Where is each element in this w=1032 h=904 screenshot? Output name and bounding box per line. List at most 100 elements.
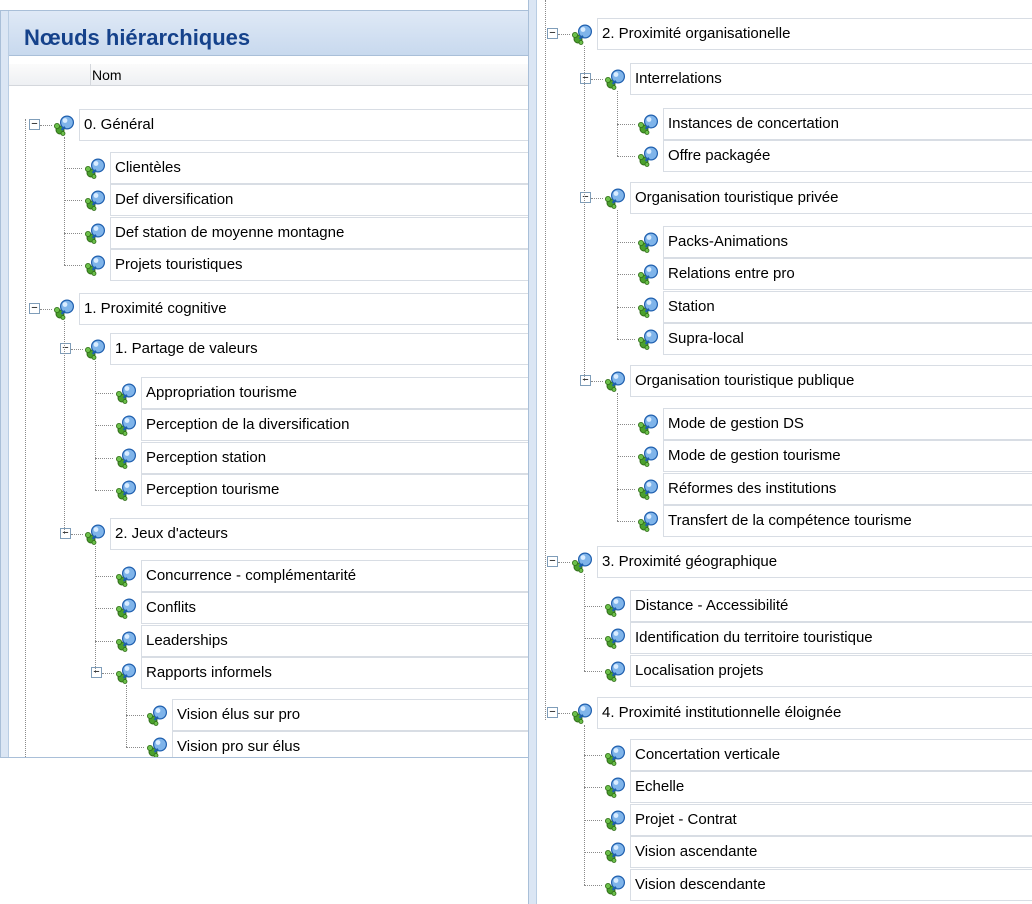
tree-node-row[interactable]: Clientèles — [82, 152, 528, 184]
tree-connector — [617, 424, 635, 425]
tree-root-guide — [545, 0, 546, 720]
tree-node-row[interactable]: Organisation touristique privée — [602, 182, 1032, 214]
minus-box-icon[interactable]: − — [91, 667, 102, 678]
tree-node-row[interactable]: Interrelations — [602, 63, 1032, 95]
tree-node-row[interactable]: Def station de moyenne montagne — [82, 217, 528, 249]
tree-node-label: Concertation verticale — [635, 746, 781, 763]
minus-box-icon[interactable]: − — [580, 192, 591, 203]
tree-node-row[interactable]: Vision descendante — [602, 869, 1032, 901]
tree-node-row[interactable]: Supra-local — [635, 323, 1032, 355]
tree-node-row[interactable]: Concurrence - complémentarité — [113, 560, 528, 592]
hierarchical-nodes-panel-continued: 2. Proximité organisationelle − Interrelat… — [528, 0, 1032, 904]
tree-node-row[interactable]: Transfert de la compétence tourisme — [635, 505, 1032, 537]
tree-node-label: Conflits — [146, 599, 197, 616]
tree-node-cell — [630, 771, 1032, 803]
tree-node-label: Interrelations — [635, 70, 722, 87]
tree-guide-line — [126, 685, 127, 747]
tree-node-row[interactable]: Distance - Accessibilité — [602, 590, 1032, 622]
tree-guide-line — [584, 725, 585, 885]
tree-guide-line — [617, 393, 618, 521]
tree-node-row[interactable]: 4. Proximité institutionnelle éloignée — [569, 697, 1032, 729]
node-network-icon — [115, 382, 137, 404]
tree-node-label: Projets touristiques — [115, 256, 243, 273]
tree-node-label: 2. Jeux d'acteurs — [115, 525, 228, 542]
tree-node-row[interactable]: Identification du territoire touristique — [602, 622, 1032, 654]
node-network-icon — [115, 597, 137, 619]
minus-box-icon[interactable]: − — [29, 119, 40, 130]
tree-node-label: Rapports informels — [146, 664, 272, 681]
minus-box-icon[interactable]: − — [60, 528, 71, 539]
tree-node-row[interactable]: Mode de gestion DS — [635, 408, 1032, 440]
minus-box-icon[interactable]: − — [547, 707, 558, 718]
minus-box-icon[interactable]: − — [580, 375, 591, 386]
tree-node-row[interactable]: Echelle — [602, 771, 1032, 803]
tree-connector — [584, 787, 602, 788]
tree-node-label: Concurrence - complémentarité — [146, 567, 357, 584]
tree-connector — [40, 309, 52, 310]
node-network-icon — [84, 157, 106, 179]
tree-node-row[interactable]: 2. Proximité organisationelle — [569, 18, 1032, 50]
tree-node-row[interactable]: 1. Partage de valeurs — [82, 333, 528, 365]
node-network-icon — [637, 510, 659, 532]
tree-node-label: Relations entre pro — [668, 265, 795, 282]
node-network-icon — [637, 145, 659, 167]
tree-connector — [102, 673, 114, 674]
tree-node-row[interactable]: Def diversification — [82, 184, 528, 216]
tree-connector — [617, 156, 635, 157]
node-network-icon — [571, 702, 593, 724]
tree-node-row[interactable]: Rapports informels — [113, 657, 528, 689]
tree-node-row[interactable]: Instances de concertation — [635, 108, 1032, 140]
node-network-icon — [84, 254, 106, 276]
tree-connector — [64, 168, 82, 169]
tree-node-row[interactable]: Packs-Animations — [635, 226, 1032, 258]
tree-node-row[interactable]: Réformes des institutions — [635, 473, 1032, 505]
tree-node-row[interactable]: Projet - Contrat — [602, 804, 1032, 836]
tree-node-label: Leaderships — [146, 632, 228, 649]
tree-connector — [558, 713, 570, 714]
tree-connector — [591, 79, 603, 80]
tree-node-label: Distance - Accessibilité — [635, 597, 789, 614]
node-network-icon — [604, 809, 626, 831]
tree-node-row[interactable]: 1. Proximité cognitive — [51, 293, 528, 325]
tree-node-row[interactable]: Perception station — [113, 442, 528, 474]
tree-node-label: Appropriation tourisme — [146, 384, 297, 401]
node-network-icon — [604, 187, 626, 209]
tree-node-row[interactable]: Perception tourisme — [113, 474, 528, 506]
minus-box-icon[interactable]: − — [547, 556, 558, 567]
tree-node-row[interactable]: 2. Jeux d'acteurs — [82, 518, 528, 550]
tree-node-row[interactable]: 0. Général — [51, 109, 528, 141]
tree-node-row[interactable]: Projets touristiques — [82, 249, 528, 281]
tree-node-row[interactable]: Appropriation tourisme — [113, 377, 528, 409]
tree-node-row[interactable]: Leaderships — [113, 625, 528, 657]
node-network-icon — [637, 478, 659, 500]
node-network-icon — [637, 296, 659, 318]
hierarchical-nodes-panel: Nœuds hiérarchiques Nom 0. Général − Clien… — [0, 10, 529, 758]
tree-node-row[interactable]: Perception de la diversification — [113, 409, 528, 441]
tree-node-label: Localisation projets — [635, 662, 764, 679]
tree-node-row[interactable]: Organisation touristique publique — [602, 365, 1032, 397]
tree-node-row[interactable]: 3. Proximité géographique — [569, 546, 1032, 578]
tree-node-row[interactable]: Offre packagée — [635, 140, 1032, 172]
tree-connector — [95, 641, 113, 642]
tree-node-row[interactable]: Vision ascendante — [602, 836, 1032, 868]
node-network-icon — [637, 113, 659, 135]
tree-node-row[interactable]: Vision pro sur élus — [144, 731, 528, 757]
tree-node-row[interactable]: Localisation projets — [602, 655, 1032, 687]
tree-node-label: Offre packagée — [668, 147, 771, 164]
node-network-icon — [115, 565, 137, 587]
node-network-icon — [604, 370, 626, 392]
tree-guide-line — [617, 91, 618, 156]
tree-connector — [40, 125, 52, 126]
tree-node-row[interactable]: Relations entre pro — [635, 258, 1032, 290]
tree-node-row[interactable]: Concertation verticale — [602, 739, 1032, 771]
tree-node-label: Station — [668, 298, 715, 315]
minus-box-icon[interactable]: − — [580, 73, 591, 84]
tree-node-row[interactable]: Station — [635, 291, 1032, 323]
tree-node-label: Echelle — [635, 778, 685, 795]
tree-node-row[interactable]: Conflits — [113, 592, 528, 624]
tree-node-row[interactable]: Mode de gestion tourisme — [635, 440, 1032, 472]
minus-box-icon[interactable]: − — [547, 28, 558, 39]
tree-node-row[interactable]: Vision élus sur pro — [144, 699, 528, 731]
minus-box-icon[interactable]: − — [29, 303, 40, 314]
minus-box-icon[interactable]: − — [60, 343, 71, 354]
